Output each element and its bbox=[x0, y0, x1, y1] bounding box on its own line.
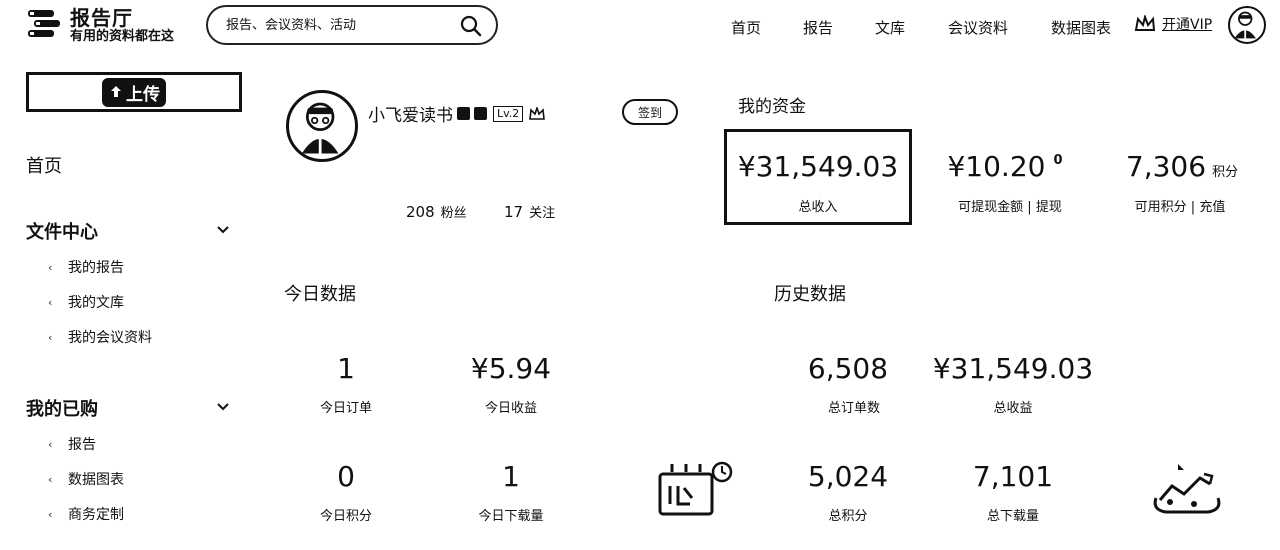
logo-title: 报告厅 bbox=[70, 6, 133, 30]
nav-reports[interactable]: 报告 bbox=[803, 17, 833, 38]
points-unit: 积分 bbox=[1212, 165, 1239, 180]
sidebar-item-custom[interactable]: ‹ 商务定制 bbox=[48, 504, 124, 524]
sidebar-item-my-conference[interactable]: ‹ 我的会议资料 bbox=[48, 327, 152, 347]
points-label[interactable]: 可用积分 | 充值 bbox=[1112, 196, 1248, 215]
chevron-down-icon[interactable] bbox=[216, 402, 230, 412]
sidebar-item-my-library[interactable]: ‹ 我的文库 bbox=[48, 292, 124, 312]
today-orders-value: 1 bbox=[337, 352, 355, 385]
today-title: 今日数据 bbox=[284, 284, 356, 305]
bullet-icon: ‹ bbox=[48, 437, 53, 451]
nav-conference[interactable]: 会议资料 bbox=[948, 17, 1008, 38]
withdrawable-label[interactable]: 可提现金额 | 提现 bbox=[930, 196, 1090, 215]
today-points-value: 0 bbox=[337, 460, 355, 493]
vip-label: 开通VIP bbox=[1162, 17, 1213, 33]
today-income-value: ¥5.94 bbox=[470, 352, 552, 385]
search-icon[interactable] bbox=[460, 15, 482, 37]
today-downloads-value: 1 bbox=[502, 460, 520, 493]
sidebar-item-label: 商务定制 bbox=[68, 507, 124, 523]
sidebar-item-data-charts[interactable]: ‹ 数据图表 bbox=[48, 469, 124, 489]
total-income-value: ¥31,549.03 bbox=[737, 150, 899, 183]
vip-crown-icon bbox=[529, 106, 546, 120]
points-value-row: 7,306 积分 bbox=[1112, 150, 1252, 183]
withdrawable-value-row: ¥10.20 0 bbox=[930, 150, 1080, 183]
calendar-illustration bbox=[658, 461, 733, 516]
site-logo[interactable]: 报告厅 有用的资料都在这 bbox=[26, 8, 174, 44]
history-downloads-value: 7,101 bbox=[972, 460, 1054, 493]
bullet-icon: ‹ bbox=[48, 260, 53, 274]
follow-count[interactable]: 17 关注 bbox=[504, 202, 555, 221]
chevron-down-icon[interactable] bbox=[216, 225, 230, 235]
sidebar-item-label: 我的文库 bbox=[68, 295, 124, 311]
nav-data-charts[interactable]: 数据图表 bbox=[1051, 17, 1111, 38]
history-downloads-label: 总下载量 bbox=[986, 509, 1039, 524]
sidebar-item-label: 报告 bbox=[68, 437, 96, 453]
profile-name: 小飞爱读书 bbox=[368, 106, 453, 126]
follow-label: 关注 bbox=[529, 206, 556, 221]
vip-link[interactable]: 开通VIP bbox=[1134, 14, 1212, 34]
withdrawable-info-icon[interactable]: 0 bbox=[1053, 153, 1062, 168]
sidebar-item-my-reports[interactable]: ‹ 我的报告 bbox=[48, 257, 124, 277]
level-label: Lv.2 bbox=[493, 105, 524, 122]
logo-slogan: 有用的资料都在这 bbox=[70, 29, 175, 44]
sidebar-item-label: 我的会议资料 bbox=[68, 330, 152, 346]
total-income-label: 总收入 bbox=[798, 200, 838, 215]
avatar-figure-icon bbox=[1234, 11, 1256, 39]
logo-icon bbox=[28, 10, 60, 37]
upload-button[interactable]: 上传 bbox=[26, 72, 242, 112]
vip-crown-icon bbox=[1134, 15, 1156, 31]
today-downloads-label: 今日下载量 bbox=[478, 509, 544, 524]
sidebar-item-label: 我的报告 bbox=[68, 260, 124, 276]
fans-count-value: 208 bbox=[406, 203, 435, 221]
nav-home[interactable]: 首页 bbox=[731, 17, 761, 38]
sidebar-item-reports[interactable]: ‹ 报告 bbox=[48, 434, 96, 454]
today-income-label: 今日收益 bbox=[484, 401, 537, 416]
bullet-icon: ‹ bbox=[48, 472, 53, 486]
level-badge-icon bbox=[457, 107, 470, 120]
level-badge-icon bbox=[474, 107, 487, 120]
history-income-value: ¥31,549.03 bbox=[932, 352, 1094, 385]
history-orders-value: 6,508 bbox=[807, 352, 889, 385]
follow-count-value: 17 bbox=[504, 203, 524, 221]
user-avatar[interactable] bbox=[1228, 6, 1266, 44]
avatar-figure-icon bbox=[301, 102, 339, 154]
search-input[interactable] bbox=[226, 15, 446, 35]
upload-label: 上传 bbox=[126, 84, 160, 105]
history-income-label: 总收益 bbox=[993, 401, 1033, 416]
sidebar-item-label: 数据图表 bbox=[68, 472, 124, 488]
profile-avatar[interactable] bbox=[286, 90, 358, 162]
fans-label: 粉丝 bbox=[440, 206, 467, 221]
sidebar-item-home[interactable]: 首页 bbox=[26, 152, 62, 178]
bullet-icon: ‹ bbox=[48, 507, 53, 521]
points-value: 7,306 bbox=[1125, 150, 1207, 183]
upload-icon bbox=[111, 86, 121, 97]
chart-illustration bbox=[1153, 464, 1221, 514]
bullet-icon: ‹ bbox=[48, 295, 53, 309]
bullet-icon: ‹ bbox=[48, 330, 53, 344]
today-points-label: 今日积分 bbox=[319, 509, 372, 524]
sidebar-purchased[interactable]: 我的已购 bbox=[26, 395, 98, 421]
withdrawable-value: ¥10.20 bbox=[947, 150, 1046, 183]
profile-name-row: 小飞爱读书 Lv.2 bbox=[368, 101, 546, 126]
sidebar-files-center[interactable]: 文件中心 bbox=[26, 218, 98, 244]
history-points-value: 5,024 bbox=[807, 460, 889, 493]
today-orders-label: 今日订单 bbox=[319, 401, 372, 416]
nav-library[interactable]: 文库 bbox=[875, 17, 905, 38]
history-points-label: 总积分 bbox=[828, 509, 868, 524]
history-orders-label: 总订单数 bbox=[827, 401, 880, 416]
fans-count[interactable]: 208 粉丝 bbox=[406, 202, 467, 221]
search-bar[interactable] bbox=[206, 5, 498, 45]
signin-button[interactable]: 签到 bbox=[622, 99, 678, 125]
top-header: 报告厅 有用的资料都在这 首页 报告 文库 会议资料 数据图表 开通VIP bbox=[0, 0, 1280, 56]
history-title: 历史数据 bbox=[774, 284, 846, 305]
funds-title: 我的资金 bbox=[738, 97, 806, 117]
